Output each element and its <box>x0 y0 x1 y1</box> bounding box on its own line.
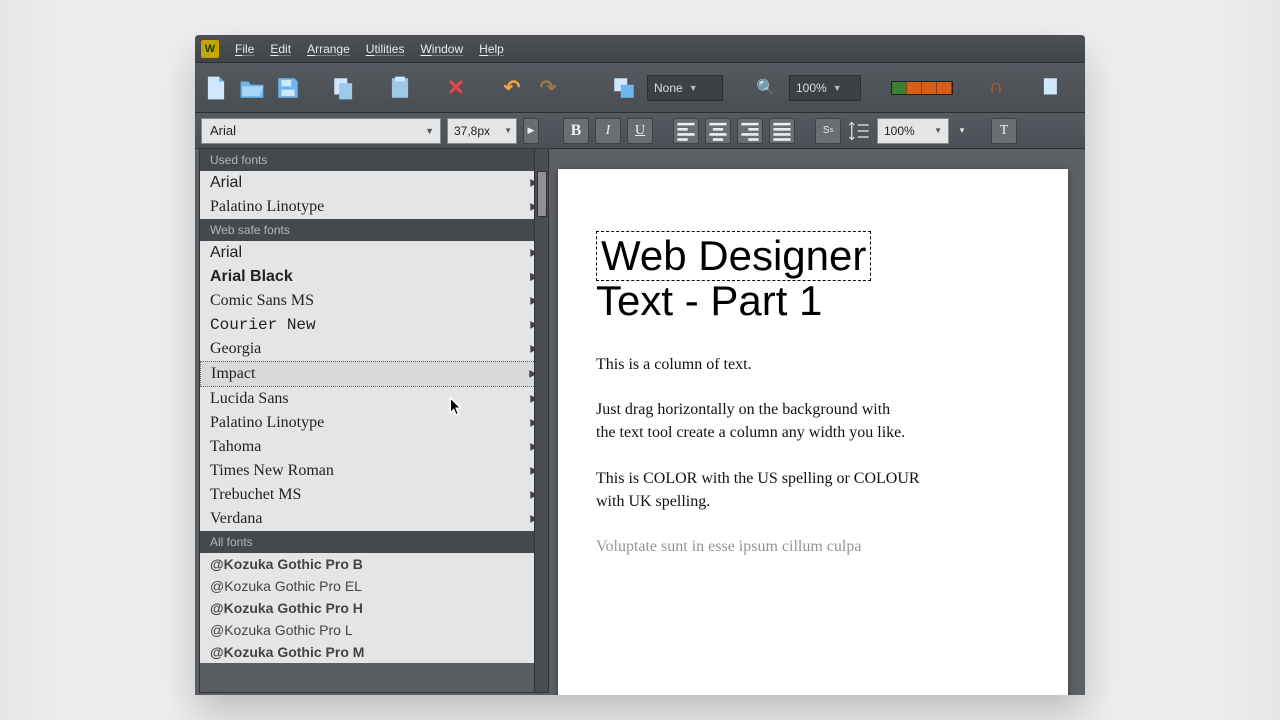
section-all-fonts: All fonts <box>200 531 548 553</box>
redo-icon[interactable]: ↷ <box>535 75 561 101</box>
font-option[interactable]: Courier New▶ <box>200 313 548 337</box>
font-option[interactable]: Arial Black▶ <box>200 265 548 289</box>
bold-button[interactable]: B <box>563 118 589 144</box>
menu-window[interactable]: Window <box>412 42 471 56</box>
font-option[interactable]: Times New Roman▶ <box>200 459 548 483</box>
font-option[interactable]: Georgia▶ <box>200 337 548 361</box>
superscript-button[interactable]: Ss <box>815 118 841 144</box>
cursor-icon <box>448 397 464 417</box>
new-doc-icon[interactable] <box>203 75 229 101</box>
zoom-value: 100% <box>796 81 827 95</box>
delete-icon[interactable]: ✕ <box>443 75 469 101</box>
section-web-safe: Web safe fonts <box>200 219 548 241</box>
body-paragraph[interactable]: This is COLOR with the US spelling or CO… <box>596 467 946 513</box>
section-used-fonts: Used fonts <box>200 149 548 171</box>
copy-icon[interactable] <box>331 75 357 101</box>
main-toolbar: ✕ ↶ ↷ None ▼ 🔍 100% ▼ ∩ <box>195 63 1085 113</box>
align-left-button[interactable] <box>673 118 699 144</box>
heading-selected[interactable]: Web Designer <box>596 231 871 281</box>
view-mode-value: None <box>654 81 683 95</box>
line-height-value: 100% <box>884 124 915 138</box>
app-logo: W <box>201 40 219 58</box>
font-option[interactable]: Lucida Sans▶ <box>200 387 548 411</box>
menu-help[interactable]: Help <box>471 42 512 56</box>
font-option[interactable]: @Kozuka Gothic Pro H <box>200 597 548 619</box>
more-icon[interactable] <box>1039 75 1065 101</box>
font-option[interactable]: @Kozuka Gothic Pro EL <box>200 575 548 597</box>
open-icon[interactable] <box>239 75 265 101</box>
scrollbar[interactable] <box>534 149 548 692</box>
view-mode-combo[interactable]: None ▼ <box>647 75 723 101</box>
align-right-button[interactable] <box>737 118 763 144</box>
menu-edit[interactable]: Edit <box>262 42 299 56</box>
menu-utilities[interactable]: Utilities <box>358 42 413 56</box>
font-option[interactable]: Arial▶ <box>200 241 548 265</box>
font-size-combo[interactable]: 37,8px ▼ <box>447 118 517 144</box>
font-option[interactable]: Trebuchet MS▶ <box>200 483 548 507</box>
align-justify-button[interactable] <box>769 118 795 144</box>
line-height-combo[interactable]: 100% ▼ <box>877 118 949 144</box>
chevron-down-icon: ▼ <box>833 83 842 93</box>
chevron-down-icon: ▼ <box>689 83 698 93</box>
layers-icon[interactable] <box>611 75 637 101</box>
font-option[interactable]: Palatino Linotype▶ <box>200 195 548 219</box>
subheading[interactable]: Text - Part 1 <box>596 277 1030 325</box>
body-paragraph[interactable]: This is a column of text. <box>596 353 946 376</box>
menu-file[interactable]: File <box>227 42 262 56</box>
snap-icon[interactable]: ∩ <box>983 75 1009 101</box>
line-height-step[interactable]: ▾ <box>955 118 969 144</box>
line-height-icon <box>847 119 871 143</box>
text-toolbar: Arial ▼ 37,8px ▼ ▶ B I U Ss 100% ▼ ▾ T <box>195 113 1085 149</box>
body-paragraph[interactable]: Voluptate sunt in esse ipsum cillum culp… <box>596 535 946 558</box>
font-option[interactable]: Tahoma▶ <box>200 435 548 459</box>
scrollbar-thumb[interactable] <box>537 171 547 217</box>
app-window: W File Edit Arrange Utilities Window Hel… <box>195 35 1085 695</box>
paste-icon[interactable] <box>387 75 413 101</box>
text-tool-icon[interactable]: T <box>991 118 1017 144</box>
zoom-icon[interactable]: 🔍 <box>753 75 779 101</box>
zoom-combo[interactable]: 100% ▼ <box>789 75 861 101</box>
italic-button[interactable]: I <box>595 118 621 144</box>
font-option[interactable]: Comic Sans MS▶ <box>200 289 548 313</box>
font-dropdown[interactable]: Used fonts Arial▶Palatino Linotype▶ Web … <box>199 148 549 693</box>
font-name-combo[interactable]: Arial ▼ <box>201 118 441 144</box>
font-option[interactable]: @Kozuka Gothic Pro L <box>200 619 548 641</box>
font-option[interactable]: Verdana▶ <box>200 507 548 531</box>
chevron-down-icon: ▼ <box>934 126 942 135</box>
size-step-button[interactable]: ▶ <box>523 118 539 144</box>
font-option[interactable]: Palatino Linotype▶ <box>200 411 548 435</box>
font-option[interactable]: @Kozuka Gothic Pro M <box>200 641 548 663</box>
font-option[interactable]: Impact▶ <box>200 361 548 387</box>
align-center-button[interactable] <box>705 118 731 144</box>
page: Web Designer Text - Part 1 This is a col… <box>558 169 1068 695</box>
body-paragraph[interactable]: Just drag horizontally on the background… <box>596 398 946 444</box>
font-name-value: Arial <box>210 123 236 138</box>
menubar: W File Edit Arrange Utilities Window Hel… <box>195 35 1085 63</box>
save-icon[interactable] <box>275 75 301 101</box>
underline-button[interactable]: U <box>627 118 653 144</box>
font-option[interactable]: Arial▶ <box>200 171 548 195</box>
font-option[interactable]: @Kozuka Gothic Pro B <box>200 553 548 575</box>
chevron-down-icon: ▼ <box>425 126 434 136</box>
font-size-value: 37,8px <box>454 124 490 138</box>
chevron-down-icon: ▼ <box>504 126 512 135</box>
quality-indicator[interactable] <box>891 81 953 95</box>
menu-arrange[interactable]: Arrange <box>299 42 358 56</box>
undo-icon[interactable]: ↶ <box>499 75 525 101</box>
